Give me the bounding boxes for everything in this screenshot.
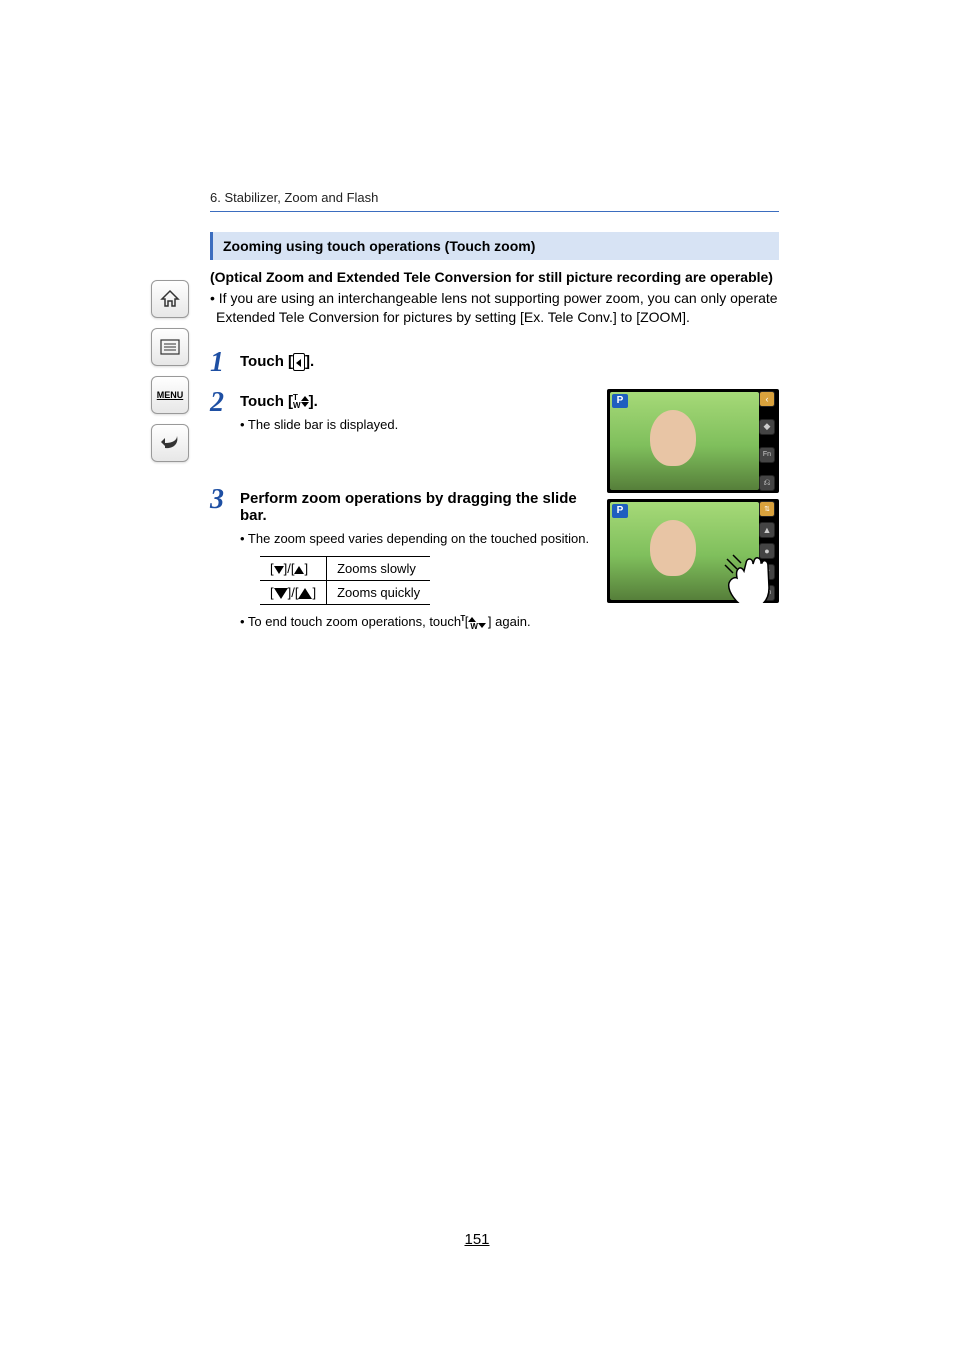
mode-badge: P xyxy=(612,394,628,408)
breadcrumb: 6. Stabilizer, Zoom and Flash xyxy=(210,190,779,205)
page-number[interactable]: 151 xyxy=(0,1231,954,1248)
focus-icon[interactable]: ◆ xyxy=(759,419,775,435)
step-title: Perform zoom operations by dragging the … xyxy=(240,490,593,524)
step-sub: • The zoom speed varies depending on the… xyxy=(240,530,593,548)
preview-column: P ‹ ◆ Fn ⎌ P ⇅ ▲ xyxy=(607,389,779,603)
mode-badge: P xyxy=(612,504,628,518)
step-3: 3 Perform zoom operations by dragging th… xyxy=(210,486,593,631)
step-sub: • The slide bar is displayed. xyxy=(240,416,593,434)
desc-cell: Zooms quickly xyxy=(327,581,431,605)
step-number: 1 xyxy=(210,349,240,377)
step-1: 1 Touch []. xyxy=(210,349,779,377)
touch-zoom-active-icon[interactable]: ⇅ xyxy=(759,501,775,517)
desc-cell: Zooms slowly xyxy=(327,557,431,581)
flash-icon[interactable]: ⎌ xyxy=(759,475,775,491)
step-2: 2 Touch [TW]. • The slide bar is display… xyxy=(210,389,593,434)
touch-tab-icon xyxy=(293,353,305,371)
section-heading: Zooming using touch operations (Touch zo… xyxy=(210,232,779,260)
touch-tab-active-icon[interactable]: ‹ xyxy=(759,391,775,407)
fn-icon[interactable]: Fn xyxy=(759,447,775,463)
step-number: 2 xyxy=(210,389,240,417)
preview-side-icons: ‹ ◆ Fn ⎌ xyxy=(759,391,777,491)
intro-bullet: • If you are using an interchangeable le… xyxy=(210,289,779,327)
divider xyxy=(210,211,779,212)
camera-preview-2: P ⇅ ▲ ● ▼ Fn xyxy=(607,499,779,603)
arrow-cell: []/[] xyxy=(260,581,327,605)
fast-up-arrow-icon xyxy=(298,588,312,599)
step-title: Touch []. xyxy=(240,353,314,370)
table-row: []/[] Zooms slowly xyxy=(260,557,430,581)
touch-zoom-icon: TW xyxy=(470,615,486,631)
up-arrow-icon xyxy=(294,566,304,574)
step-title: Touch [TW]. xyxy=(240,393,318,410)
step-number: 3 xyxy=(210,486,240,514)
intro-bold: (Optical Zoom and Extended Tele Conversi… xyxy=(210,268,779,287)
camera-preview-1: P ‹ ◆ Fn ⎌ xyxy=(607,389,779,493)
fast-down-arrow-icon xyxy=(274,588,288,599)
arrow-cell: []/[] xyxy=(260,557,327,581)
touch-zoom-icon: TW xyxy=(293,394,309,410)
table-row: []/[] Zooms quickly xyxy=(260,581,430,605)
zoom-speed-table: []/[] Zooms slowly []/[] Zooms quickly xyxy=(260,556,430,605)
hand-drag-icon xyxy=(707,533,779,603)
down-arrow-icon xyxy=(274,566,284,574)
step-footer: • To end touch zoom operations, touch [T… xyxy=(240,613,593,631)
